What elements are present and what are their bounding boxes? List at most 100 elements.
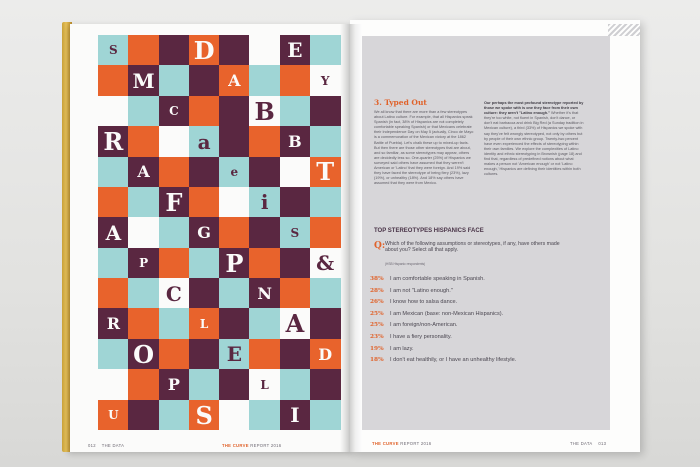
right-footer-brand: THE CURVE (372, 441, 399, 446)
body-column-left: We all know that there are more than a f… (374, 110, 474, 186)
mosaic-tile (158, 65, 190, 97)
mosaic-tile: R (98, 126, 129, 158)
mosaic-letter: E (287, 38, 303, 63)
mosaic-tile (309, 95, 341, 127)
mosaic-tile (249, 65, 280, 97)
mosaic-tile: D (309, 338, 341, 370)
stereotype-row: 38% I am comfortable speaking in Spanish. (370, 274, 485, 284)
stereotype-percent: 26% (370, 299, 384, 306)
left-footer-suffix: REPORT 2016 (250, 443, 282, 448)
mosaic-letter: P (167, 375, 180, 395)
mosaic-tile: A (279, 308, 311, 340)
mosaic-tile (309, 35, 341, 66)
left-section: THE DATA (101, 443, 125, 448)
mosaic-tile (279, 247, 311, 279)
right-footer-suffix: REPORT 2016 (400, 441, 432, 446)
left-footer-folio: 012 THE DATA (88, 443, 124, 448)
mosaic-tile (249, 156, 280, 188)
mosaic-letter: A (137, 162, 150, 182)
mosaic-tile (219, 217, 250, 249)
mosaic-tile: L (188, 308, 220, 340)
mosaic-tile (309, 126, 341, 158)
mosaic-tile (309, 217, 341, 249)
mosaic-tile (128, 369, 159, 401)
mosaic-letter: N (257, 284, 272, 303)
mosaic-tile: T (309, 156, 341, 188)
mosaic-tile (219, 35, 250, 66)
mosaic-letter: D (318, 344, 333, 364)
mosaic-letter: R (106, 314, 121, 334)
mosaic-letter: T (316, 157, 335, 187)
mosaic-tile (249, 338, 280, 370)
mosaic-tile (309, 399, 341, 431)
mosaic-tile (188, 156, 220, 188)
mosaic-tile (279, 338, 311, 370)
typography-mosaic: S D E M A Y C B Ra B Ae T Fi A G S P P & C N R L A O E D P L U S I (98, 35, 341, 431)
mosaic-tile (158, 217, 190, 249)
section-title: 3. Typed Out (374, 98, 427, 107)
mosaic-tile: A (219, 65, 250, 97)
mosaic-tile (98, 247, 129, 279)
mosaic-letter: A (228, 71, 241, 91)
mosaic-letter: L (260, 377, 269, 392)
mosaic-letter: P (225, 248, 244, 278)
mosaic-tile (249, 35, 280, 66)
right-folio: 013 (598, 441, 607, 446)
mosaic-tile: B (279, 126, 311, 158)
stereotype-label: I am foreign/non-American. (390, 322, 458, 329)
stereotype-row: 23% I have a fiery personality. (370, 332, 452, 342)
mosaic-letter: O (133, 339, 155, 369)
mosaic-tile: R (98, 308, 129, 340)
mosaic-tile (219, 186, 250, 218)
mosaic-tile (98, 338, 129, 370)
question-note: (HSB Hispanic respondents) (385, 262, 426, 266)
mosaic-tile (128, 217, 159, 249)
mosaic-tile (158, 126, 190, 158)
mosaic-tile (158, 247, 190, 279)
mosaic-letter: G (197, 223, 211, 243)
mosaic-tile: C (158, 95, 190, 127)
mosaic-tile: M (128, 65, 159, 97)
stereotype-percent: 23% (370, 334, 384, 340)
mosaic-tile (219, 308, 250, 340)
mosaic-tile: & (309, 247, 341, 279)
mosaic-letter: B (254, 96, 275, 126)
stereotype-percent: 25% (370, 322, 384, 329)
mosaic-tile (188, 247, 220, 279)
mosaic-tile (158, 399, 190, 431)
mosaic-tile (158, 338, 190, 370)
mosaic-tile (219, 399, 250, 431)
mosaic-tile (219, 95, 250, 127)
mosaic-letter: P (139, 256, 149, 271)
mosaic-letter: i (260, 190, 269, 215)
stereotype-label: I am lazy. (390, 345, 414, 352)
mosaic-tile (98, 369, 129, 401)
mosaic-tile (188, 338, 220, 370)
mosaic-tile (128, 35, 159, 66)
stereotype-percent: 38% (370, 276, 384, 282)
mosaic-tile (279, 65, 311, 97)
stereotype-row: 18% I don't eat healthily, or I have an u… (370, 355, 516, 365)
mosaic-tile (219, 126, 250, 158)
stereotype-row: 25% I am foreign/non-American. (370, 320, 457, 330)
mosaic-tile (188, 278, 220, 309)
mosaic-tile (249, 217, 280, 249)
mosaic-tile (98, 65, 129, 97)
mosaic-tile (249, 247, 280, 279)
mosaic-letter: R (103, 127, 124, 157)
mosaic-tile: E (219, 338, 250, 370)
mosaic-tile: G (188, 217, 220, 249)
mosaic-tile: U (98, 399, 129, 431)
mosaic-tile (128, 186, 159, 218)
mosaic-tile: B (249, 95, 280, 127)
mosaic-letter: D (193, 35, 215, 65)
mosaic-letter: a (197, 129, 211, 154)
stereotype-row: 28% I am not "Latino enough." (370, 286, 453, 296)
mosaic-tile: I (279, 399, 311, 431)
mosaic-tile (98, 95, 129, 127)
mosaic-tile (279, 95, 311, 127)
stereotype-percent: 19% (370, 345, 384, 352)
left-folio: 012 (88, 443, 96, 448)
mosaic-letter: S (109, 43, 118, 58)
mosaic-tile: D (188, 35, 220, 66)
